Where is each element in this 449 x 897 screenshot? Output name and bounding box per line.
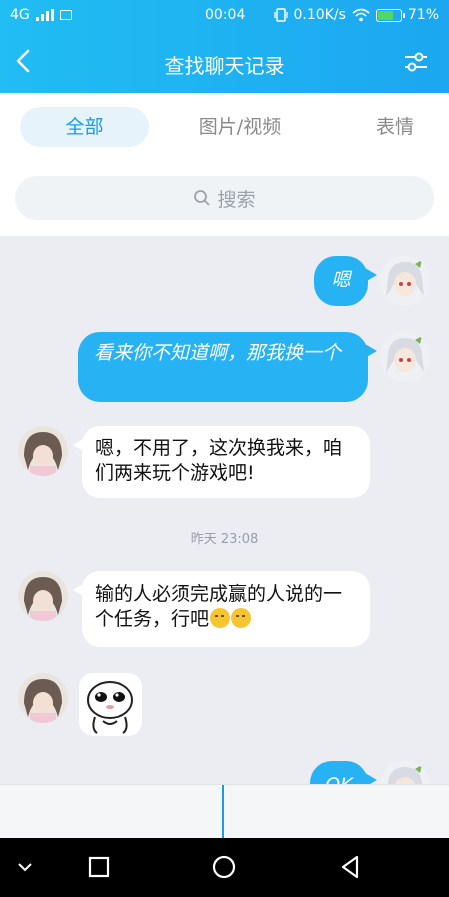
tab-all[interactable]: 全部 [20, 107, 149, 147]
home-icon[interactable] [209, 852, 239, 882]
status-bar: 4G 00:04 0.10K/s 71% [0, 0, 449, 33]
vibrate-icon [273, 8, 288, 22]
chevron-down-icon[interactable] [10, 852, 40, 882]
battery-percent: 71% [407, 7, 439, 23]
tab-bar: 全部 图片/视频 表情 [0, 93, 449, 163]
search-area: 搜索 [0, 163, 449, 236]
network-speed: 0.10K/s [293, 7, 346, 23]
emoji-icon [210, 608, 231, 628]
sticker-message[interactable] [79, 673, 142, 736]
message-bubble-in[interactable]: 输的人必须完成赢的人说的一个任务，行吧 [73, 571, 370, 647]
avatar-contact-image [18, 673, 68, 723]
avatar[interactable] [380, 332, 430, 382]
signal-icon [35, 9, 54, 21]
time-separator: 昨天 23:08 [190, 532, 259, 547]
filter-settings-icon[interactable] [403, 49, 429, 75]
system-navigation-bar [0, 838, 449, 897]
avatar[interactable] [18, 426, 68, 476]
avatar[interactable] [380, 256, 430, 306]
battery-icon [375, 8, 405, 22]
page-title: 查找聊天记录 [164, 54, 285, 78]
network-label: 4G [10, 7, 30, 23]
status-right: 0.10K/s 71% [273, 7, 439, 23]
message-bubble-out[interactable]: 看来你不知道啊，那我换一个 [78, 332, 377, 402]
emoji-icon [231, 608, 252, 628]
search-placeholder: 搜索 [217, 188, 256, 211]
avatar[interactable] [380, 761, 430, 784]
scroll-indicator [222, 785, 224, 839]
chat-history[interactable]: 嗯 看来你不知道啊，那我换一个 嗯，不用了，这次换我来，咱们两来玩个游戏吧! 昨… [0, 236, 449, 784]
message-bubble-out[interactable]: OK [310, 761, 377, 784]
avatar-contact-image [18, 426, 68, 476]
avatar[interactable] [18, 673, 68, 723]
message-bubble-in[interactable]: 嗯，不用了，这次换我来，咱们两来玩个游戏吧! [73, 426, 370, 498]
back-nav-icon[interactable] [336, 852, 366, 882]
bottom-panel[interactable] [0, 784, 449, 839]
recent-apps-icon[interactable] [84, 852, 114, 882]
status-time: 00:04 [205, 7, 246, 23]
status-left: 4G [10, 7, 72, 23]
tab-images-videos[interactable]: 图片/视频 [175, 107, 305, 147]
nav-bar: 查找聊天记录 [0, 33, 449, 93]
avatar-contact-image [18, 571, 68, 621]
avatar[interactable] [18, 571, 68, 621]
search-icon [194, 190, 211, 206]
sticker-face-icon [87, 681, 133, 734]
message-bubble-out[interactable]: 嗯 [314, 256, 377, 306]
tab-stickers[interactable]: 表情 [350, 107, 440, 147]
avatar-self-image [380, 332, 430, 382]
image-notification-icon [59, 10, 72, 20]
search-input[interactable]: 搜索 [15, 176, 434, 220]
avatar-self-image [380, 256, 430, 306]
avatar-self-image [380, 761, 430, 784]
wifi-icon [352, 8, 370, 22]
